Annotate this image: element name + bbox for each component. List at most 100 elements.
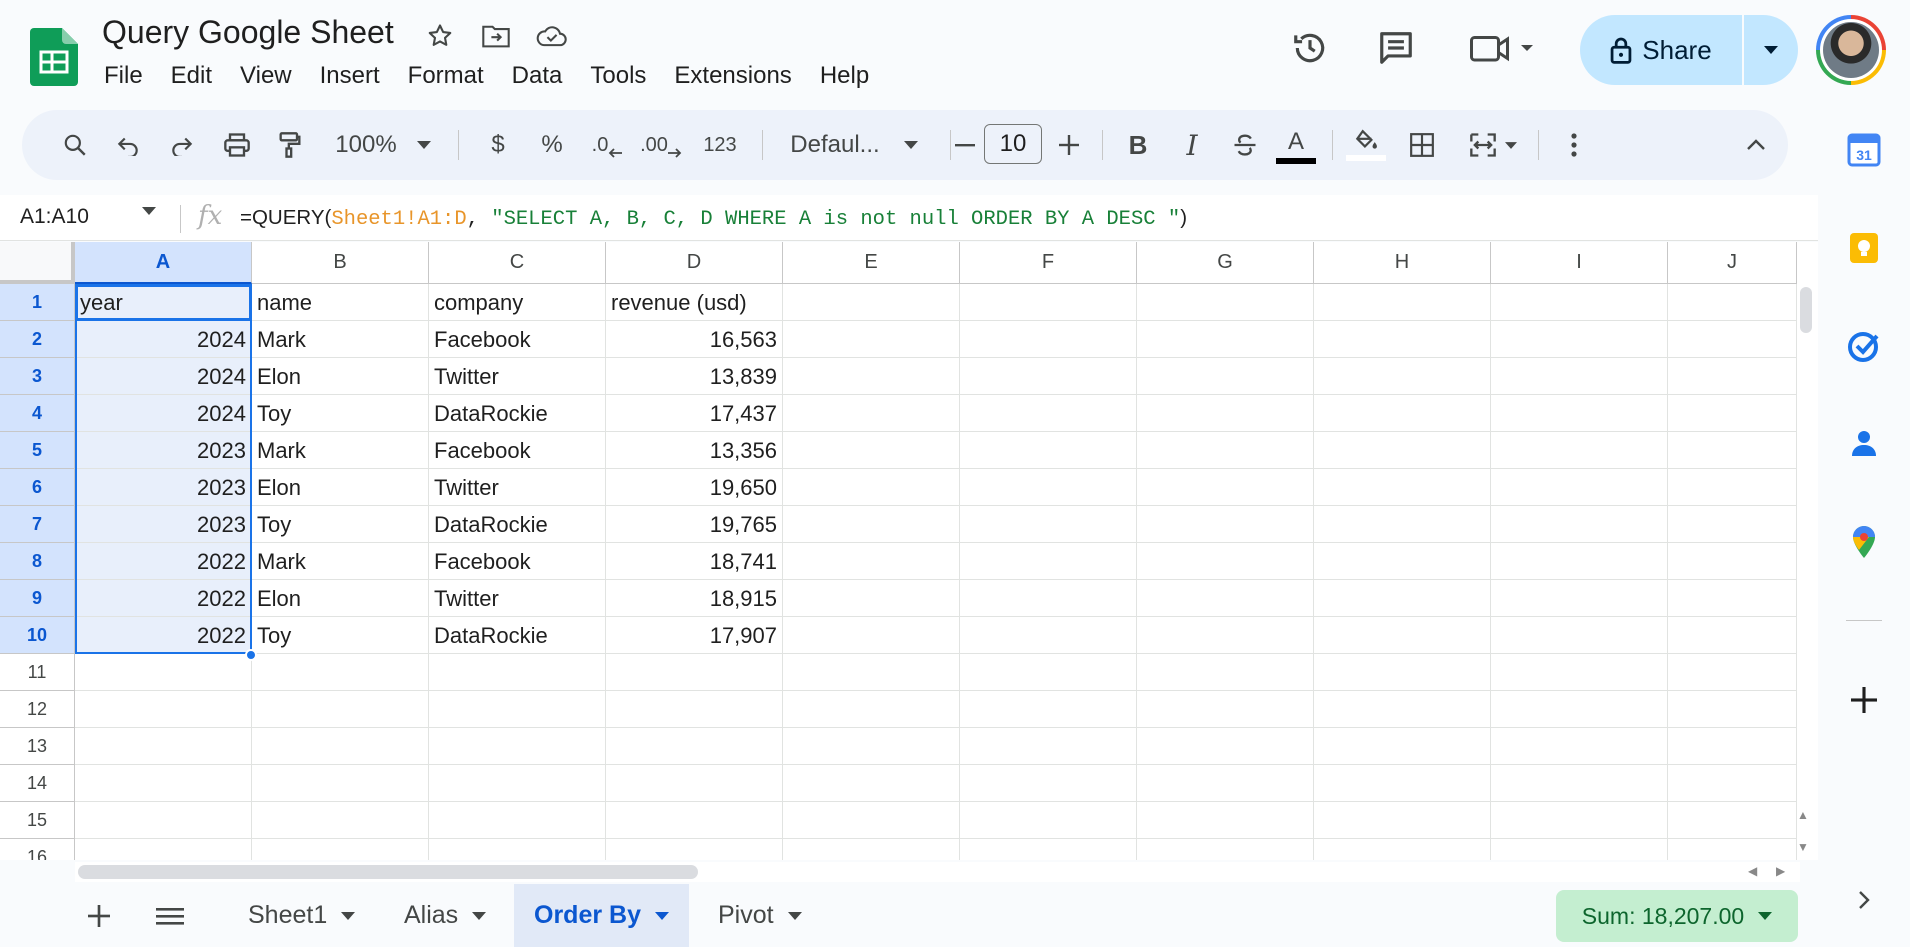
cell-i4[interactable] <box>1491 395 1668 432</box>
cell-g11[interactable] <box>1137 654 1314 691</box>
font-select[interactable]: Defaul... <box>774 110 934 180</box>
cell-e16[interactable] <box>783 839 960 860</box>
cell-g8[interactable] <box>1137 543 1314 580</box>
spreadsheet-grid[interactable]: ABCDEFGHIJ 1 2 3 4 5 6 7 8 9 10 11 12 13 14 15 16 year n… <box>0 242 1818 860</box>
cell-c14[interactable] <box>429 765 606 802</box>
cell-a10[interactable]: 2022 <box>75 617 252 654</box>
cell-h16[interactable] <box>1314 839 1491 860</box>
row-header-15[interactable]: 15 <box>0 802 75 839</box>
fill-handle[interactable] <box>245 649 257 661</box>
cell-d6[interactable]: 19,650 <box>606 469 783 506</box>
cell-f14[interactable] <box>960 765 1137 802</box>
column-header-j[interactable]: J <box>1668 242 1797 284</box>
menu-view[interactable]: View <box>226 60 306 92</box>
cell-i6[interactable] <box>1491 469 1668 506</box>
star-icon[interactable] <box>422 18 458 54</box>
version-history-icon[interactable] <box>1288 26 1332 70</box>
column-header-h[interactable]: H <box>1314 242 1491 284</box>
cell-f6[interactable] <box>960 469 1137 506</box>
cell-i10[interactable] <box>1491 617 1668 654</box>
cell-a14[interactable] <box>75 765 252 802</box>
cell-g9[interactable] <box>1137 580 1314 617</box>
cell-a12[interactable] <box>75 691 252 728</box>
text-color-button[interactable]: A <box>1274 110 1318 180</box>
row-header-13[interactable]: 13 <box>0 728 75 765</box>
cell-f9[interactable] <box>960 580 1137 617</box>
cell-a13[interactable] <box>75 728 252 765</box>
cell-c3[interactable]: Twitter <box>429 358 606 395</box>
redo-icon[interactable] <box>160 110 204 180</box>
cell-e7[interactable] <box>783 506 960 543</box>
cell-g4[interactable] <box>1137 395 1314 432</box>
cell-c9[interactable]: Twitter <box>429 580 606 617</box>
paint-format-icon[interactable] <box>268 110 312 180</box>
cell-c4[interactable]: DataRockie <box>429 395 606 432</box>
keep-icon[interactable] <box>1844 228 1884 268</box>
menu-file[interactable]: File <box>90 60 157 92</box>
cell-i5[interactable] <box>1491 432 1668 469</box>
cell-g2[interactable] <box>1137 321 1314 358</box>
increase-font-size-icon[interactable] <box>1052 110 1086 180</box>
cell-j8[interactable] <box>1668 543 1797 580</box>
contacts-icon[interactable] <box>1844 424 1884 464</box>
bold-button[interactable]: B <box>1118 110 1158 180</box>
cell-a15[interactable] <box>75 802 252 839</box>
cell-c12[interactable] <box>429 691 606 728</box>
cell-e12[interactable] <box>783 691 960 728</box>
cell-i1[interactable] <box>1491 284 1668 321</box>
cell-i15[interactable] <box>1491 802 1668 839</box>
cell-a2[interactable]: 2024 <box>75 321 252 358</box>
cell-i2[interactable] <box>1491 321 1668 358</box>
cell-j16[interactable] <box>1668 839 1797 860</box>
cell-f15[interactable] <box>960 802 1137 839</box>
sheet-tab-pivot[interactable]: Pivot <box>698 884 822 947</box>
cloud-saved-icon[interactable] <box>534 18 570 54</box>
cell-i13[interactable] <box>1491 728 1668 765</box>
menu-help[interactable]: Help <box>806 60 883 92</box>
cell-f5[interactable] <box>960 432 1137 469</box>
comments-icon[interactable] <box>1374 26 1418 70</box>
borders-icon[interactable] <box>1400 110 1444 180</box>
cell-d2[interactable]: 16,563 <box>606 321 783 358</box>
move-folder-icon[interactable] <box>478 18 514 54</box>
cell-j1[interactable] <box>1668 284 1797 321</box>
add-sheet-icon[interactable] <box>78 884 120 947</box>
row-header-7[interactable]: 7 <box>0 506 75 543</box>
cell-a1[interactable]: year <box>75 284 252 321</box>
cell-f8[interactable] <box>960 543 1137 580</box>
cell-b5[interactable]: Mark <box>252 432 429 469</box>
cell-i16[interactable] <box>1491 839 1668 860</box>
name-box[interactable]: A1:A10 <box>20 205 89 229</box>
menu-edit[interactable]: Edit <box>157 60 226 92</box>
cell-j6[interactable] <box>1668 469 1797 506</box>
decrease-decimal-button[interactable]: .0 <box>584 110 630 180</box>
cell-h3[interactable] <box>1314 358 1491 395</box>
cell-c8[interactable]: Facebook <box>429 543 606 580</box>
tasks-icon[interactable] <box>1844 326 1884 366</box>
cell-h9[interactable] <box>1314 580 1491 617</box>
cell-h4[interactable] <box>1314 395 1491 432</box>
cell-b4[interactable]: Toy <box>252 395 429 432</box>
print-icon[interactable] <box>214 110 260 180</box>
cell-e11[interactable] <box>783 654 960 691</box>
cell-g10[interactable] <box>1137 617 1314 654</box>
cell-c10[interactable]: DataRockie <box>429 617 606 654</box>
cell-d9[interactable]: 18,915 <box>606 580 783 617</box>
cell-a4[interactable]: 2024 <box>75 395 252 432</box>
cell-f2[interactable] <box>960 321 1137 358</box>
cell-g6[interactable] <box>1137 469 1314 506</box>
cell-h8[interactable] <box>1314 543 1491 580</box>
cell-g3[interactable] <box>1137 358 1314 395</box>
cell-h5[interactable] <box>1314 432 1491 469</box>
cell-i14[interactable] <box>1491 765 1668 802</box>
cell-e9[interactable] <box>783 580 960 617</box>
cell-b14[interactable] <box>252 765 429 802</box>
cell-d1[interactable]: revenue (usd) <box>606 284 783 321</box>
cell-h6[interactable] <box>1314 469 1491 506</box>
more-vert-icon[interactable] <box>1554 110 1594 180</box>
cell-j12[interactable] <box>1668 691 1797 728</box>
row-header-11[interactable]: 11 <box>0 654 75 691</box>
strikethrough-icon[interactable] <box>1222 110 1268 180</box>
maps-icon[interactable] <box>1844 522 1884 562</box>
cell-c11[interactable] <box>429 654 606 691</box>
